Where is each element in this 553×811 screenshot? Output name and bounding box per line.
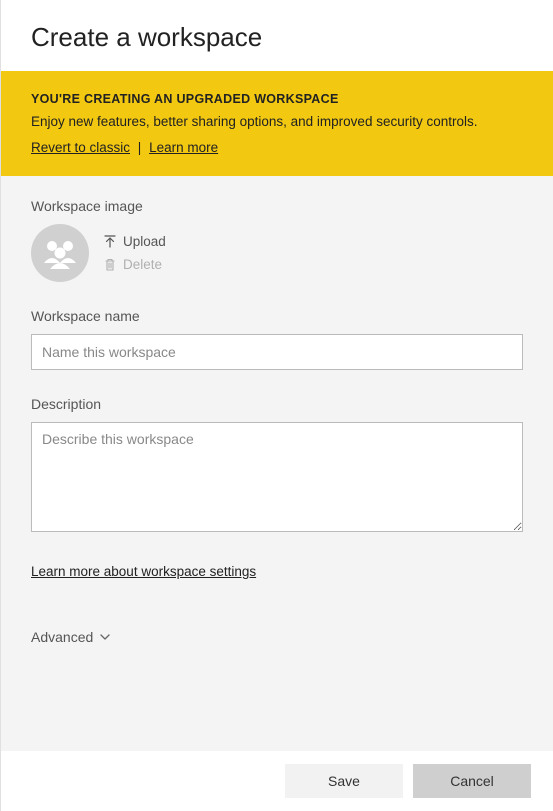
banner-title: YOU'RE CREATING AN UPGRADED WORKSPACE — [31, 89, 523, 109]
separator: | — [138, 140, 142, 155]
advanced-toggle[interactable]: Advanced — [31, 629, 523, 645]
workspace-name-label: Workspace name — [31, 308, 523, 324]
learn-more-link[interactable]: Learn more — [149, 140, 218, 155]
workspace-image-label: Workspace image — [31, 198, 523, 214]
upload-label: Upload — [123, 234, 166, 249]
upgrade-banner: YOU'RE CREATING AN UPGRADED WORKSPACE En… — [1, 71, 553, 176]
workspace-settings-link[interactable]: Learn more about workspace settings — [31, 564, 256, 579]
upload-image-button[interactable]: Upload — [103, 234, 166, 249]
workspace-avatar-placeholder — [31, 224, 89, 282]
delete-image-button: Delete — [103, 257, 166, 272]
delete-label: Delete — [123, 257, 162, 272]
description-label: Description — [31, 396, 523, 412]
chevron-down-icon — [99, 631, 111, 643]
dialog-title: Create a workspace — [31, 22, 523, 53]
group-icon — [40, 237, 80, 269]
banner-text: Enjoy new features, better sharing optio… — [31, 111, 523, 133]
banner-links: Revert to classic | Learn more — [31, 137, 523, 159]
upload-icon — [103, 235, 117, 249]
dialog-footer: Save Cancel — [1, 751, 553, 811]
form-content: Workspace image — [1, 176, 553, 751]
dialog-header: Create a workspace — [1, 0, 553, 71]
cancel-button[interactable]: Cancel — [413, 764, 531, 798]
description-textarea[interactable] — [31, 422, 523, 532]
advanced-label: Advanced — [31, 629, 93, 645]
revert-to-classic-link[interactable]: Revert to classic — [31, 140, 130, 155]
save-button[interactable]: Save — [285, 764, 403, 798]
workspace-name-input[interactable] — [31, 334, 523, 370]
trash-icon — [103, 258, 117, 272]
